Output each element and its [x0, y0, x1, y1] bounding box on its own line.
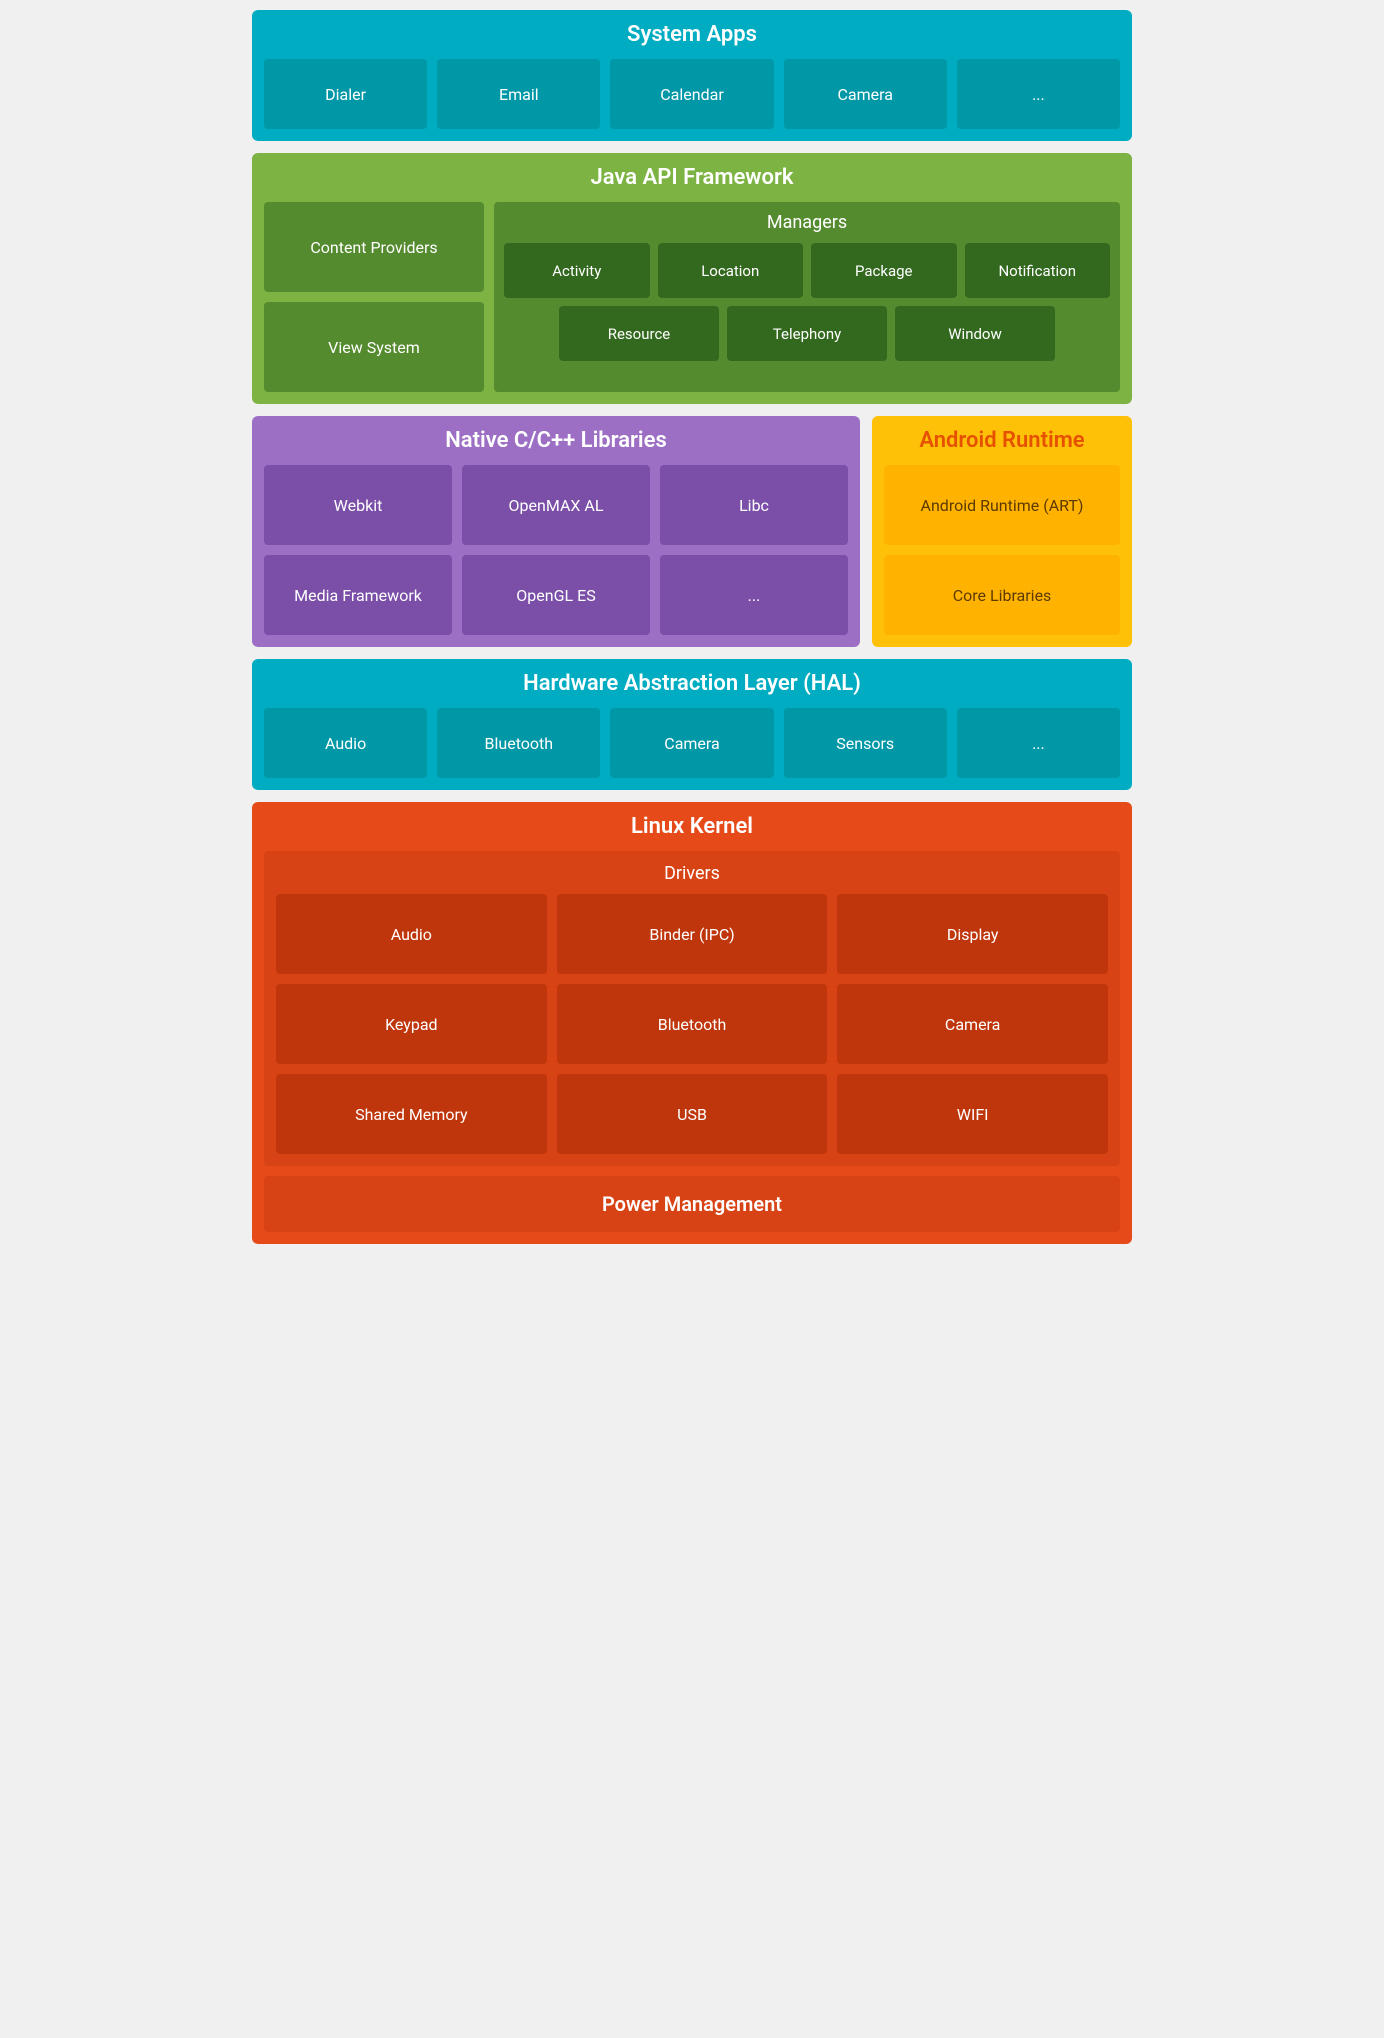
- tile-libc: Libc: [660, 465, 848, 545]
- native-cpp-layer: Native C/C++ Libraries Webkit OpenMAX AL…: [252, 416, 860, 647]
- android-runtime-layer: Android Runtime Android Runtime (ART) Co…: [872, 416, 1132, 647]
- tile-driver-bluetooth: Bluetooth: [557, 984, 828, 1064]
- java-api-left: Content Providers View System: [264, 202, 484, 392]
- native-cpp-grid: Webkit OpenMAX AL Libc Media Framework O…: [264, 465, 848, 635]
- native-cpp-title: Native C/C++ Libraries: [264, 428, 848, 453]
- tile-more: ...: [957, 59, 1120, 129]
- tile-openmax: OpenMAX AL: [462, 465, 650, 545]
- linux-kernel-title: Linux Kernel: [264, 814, 1120, 839]
- hal-tiles: Audio Bluetooth Camera Sensors ...: [264, 708, 1120, 778]
- tile-hal-more: ...: [957, 708, 1120, 778]
- tile-hal-sensors: Sensors: [784, 708, 947, 778]
- tile-driver-keypad: Keypad: [276, 984, 547, 1064]
- managers-grid-row2: Resource Telephony Window: [504, 306, 1110, 361]
- drivers-title: Drivers: [276, 863, 1108, 884]
- tile-webkit: Webkit: [264, 465, 452, 545]
- tile-driver-wifi: WIFI: [837, 1074, 1108, 1154]
- tile-media-framework: Media Framework: [264, 555, 452, 635]
- tile-driver-shared-memory: Shared Memory: [276, 1074, 547, 1154]
- tile-core-libraries: Core Libraries: [884, 555, 1120, 635]
- drivers-section: Drivers Audio Binder (IPC) Display Keypa…: [264, 851, 1120, 1166]
- native-runtime-row: Native C/C++ Libraries Webkit OpenMAX AL…: [252, 416, 1132, 647]
- tile-resource: Resource: [559, 306, 719, 361]
- tile-package: Package: [811, 243, 957, 298]
- tile-notification: Notification: [965, 243, 1111, 298]
- system-apps-title: System Apps: [264, 22, 1120, 47]
- hal-layer: Hardware Abstraction Layer (HAL) Audio B…: [252, 659, 1132, 790]
- tile-view-system: View System: [264, 302, 484, 392]
- tile-driver-usb: USB: [557, 1074, 828, 1154]
- tile-driver-display: Display: [837, 894, 1108, 974]
- java-api-right: Managers Activity Location Package Notif…: [494, 202, 1120, 392]
- tile-telephony: Telephony: [727, 306, 887, 361]
- system-apps-tiles: Dialer Email Calendar Camera ...: [264, 59, 1120, 129]
- tile-native-more: ...: [660, 555, 848, 635]
- managers-grid-row1: Activity Location Package Notification: [504, 243, 1110, 298]
- java-api-inner: Content Providers View System Managers A…: [264, 202, 1120, 392]
- hal-title: Hardware Abstraction Layer (HAL): [264, 671, 1120, 696]
- tile-art: Android Runtime (ART): [884, 465, 1120, 545]
- power-management: Power Management: [264, 1176, 1120, 1232]
- tile-email: Email: [437, 59, 600, 129]
- tile-hal-bluetooth: Bluetooth: [437, 708, 600, 778]
- tile-driver-binder: Binder (IPC): [557, 894, 828, 974]
- tile-dialer: Dialer: [264, 59, 427, 129]
- java-api-title: Java API Framework: [264, 165, 1120, 190]
- tile-activity: Activity: [504, 243, 650, 298]
- tile-window: Window: [895, 306, 1055, 361]
- tile-camera: Camera: [784, 59, 947, 129]
- tile-hal-camera: Camera: [610, 708, 773, 778]
- tile-opengl-es: OpenGL ES: [462, 555, 650, 635]
- tile-driver-audio: Audio: [276, 894, 547, 974]
- drivers-grid: Audio Binder (IPC) Display Keypad Blueto…: [276, 894, 1108, 1154]
- tile-calendar: Calendar: [610, 59, 773, 129]
- system-apps-layer: System Apps Dialer Email Calendar Camera…: [252, 10, 1132, 141]
- java-api-layer: Java API Framework Content Providers Vie…: [252, 153, 1132, 404]
- tile-content-providers: Content Providers: [264, 202, 484, 292]
- linux-kernel-layer: Linux Kernel Drivers Audio Binder (IPC) …: [252, 802, 1132, 1244]
- managers-title: Managers: [504, 212, 1110, 233]
- tile-driver-camera: Camera: [837, 984, 1108, 1064]
- tile-hal-audio: Audio: [264, 708, 427, 778]
- android-runtime-title: Android Runtime: [884, 428, 1120, 453]
- tile-location: Location: [658, 243, 804, 298]
